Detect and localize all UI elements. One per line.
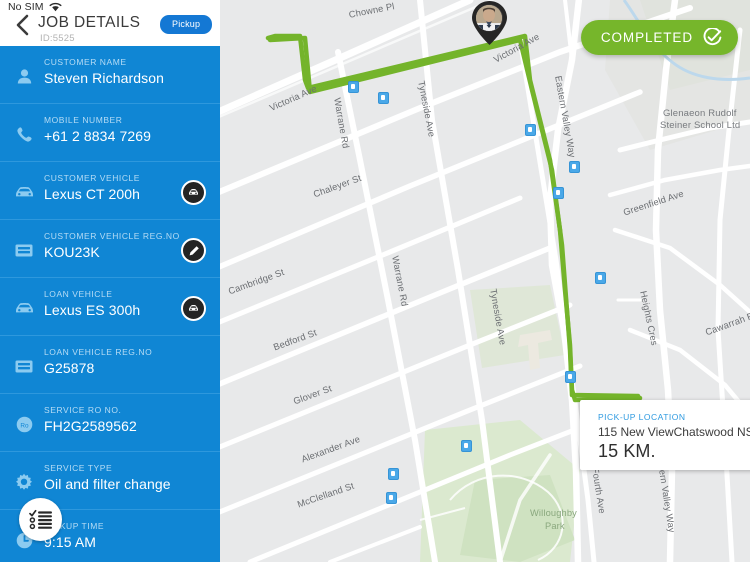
sidebar-header: No SIM JOB DETAILS ID:5525 Pickup	[0, 0, 220, 46]
detail-value: FH2G2589562	[44, 418, 137, 434]
map-canvas[interactable]: Chowne Pl Victoria Ave Warrane Rd Tynesi…	[220, 0, 750, 562]
back-button[interactable]	[13, 14, 31, 36]
person-icon	[13, 65, 35, 87]
detail-label: CUSTOMER VEHICLE REG.NO	[44, 231, 180, 241]
detail-row-customer-name[interactable]: CUSTOMER NAME Steven Richardson	[0, 46, 220, 104]
car-icon	[13, 181, 35, 203]
pencil-icon	[189, 245, 199, 255]
bus-stop-marker[interactable]	[595, 272, 606, 284]
checklist-button[interactable]	[19, 498, 62, 541]
bus-stop-marker[interactable]	[525, 124, 536, 136]
detail-value: +61 2 8834 7269	[44, 128, 151, 144]
detail-value: KOU23K	[44, 244, 100, 260]
pickup-location-title: PICK-UP LOCATION	[598, 412, 686, 422]
bus-stop-marker[interactable]	[378, 92, 389, 104]
bus-stop-marker[interactable]	[553, 187, 564, 199]
detail-label: MOBILE NUMBER	[44, 115, 123, 125]
avatar	[476, 5, 502, 31]
detail-value: G25878	[44, 360, 95, 376]
plate-icon	[13, 239, 35, 261]
bus-stop-marker[interactable]	[386, 492, 397, 504]
wifi-icon	[49, 2, 62, 12]
start-location-pin[interactable]	[467, 0, 512, 46]
status-bar: No SIM	[8, 1, 62, 13]
job-id-label: ID:5525	[40, 33, 75, 44]
gear-icon	[13, 471, 35, 493]
detail-row-customer-vehicle-reg[interactable]: CUSTOMER VEHICLE REG.NO KOU23K	[0, 220, 220, 278]
detail-label: SERVICE RO NO.	[44, 405, 122, 415]
detail-rows: CUSTOMER NAME Steven Richardson MOBILE N…	[0, 46, 220, 562]
detail-row-mobile-number[interactable]: MOBILE NUMBER +61 2 8834 7269	[0, 104, 220, 162]
carrier-label: No SIM	[8, 1, 44, 13]
map-vector	[220, 0, 750, 562]
bus-stop-marker[interactable]	[388, 468, 399, 480]
svg-text:Ro: Ro	[20, 422, 29, 429]
detail-value: Lexus ES 300h	[44, 302, 141, 318]
pickup-location-card[interactable]: PICK-UP LOCATION 115 New ViewChatswood N…	[580, 400, 750, 470]
pickup-distance: 15 KM.	[598, 441, 656, 461]
detail-row-loan-vehicle[interactable]: LOAN VEHICLE Lexus ES 300h	[0, 278, 220, 336]
plate-icon	[13, 355, 35, 377]
detail-value: Oil and filter change	[44, 476, 171, 492]
bus-stop-marker[interactable]	[348, 81, 359, 93]
detail-label: SERVICE TYPE	[44, 463, 113, 473]
car-front-icon	[189, 189, 198, 195]
detail-label: CUSTOMER VEHICLE	[44, 173, 141, 183]
detail-row-loan-vehicle-reg[interactable]: LOAN VEHICLE REG.NO G25878	[0, 336, 220, 394]
car-front-icon	[189, 305, 198, 311]
car-icon	[13, 297, 35, 319]
job-details-sidebar: No SIM JOB DETAILS ID:5525 Pickup CUSTOM…	[0, 0, 220, 562]
bus-stop-marker[interactable]	[565, 371, 576, 383]
edit-reg-button[interactable]	[181, 238, 206, 263]
detail-row-service-ro[interactable]: Ro SERVICE RO NO. FH2G2589562	[0, 394, 220, 452]
bus-stop-marker[interactable]	[461, 440, 472, 452]
detail-row-customer-vehicle[interactable]: CUSTOMER VEHICLE Lexus CT 200h	[0, 162, 220, 220]
ro-icon: Ro	[13, 413, 35, 435]
page-title: JOB DETAILS	[38, 14, 141, 31]
detail-value: Lexus CT 200h	[44, 186, 140, 202]
job-details-screen: Chowne Pl Victoria Ave Warrane Rd Tynesi…	[0, 0, 750, 562]
completed-status-badge[interactable]: COMPLETED	[580, 20, 738, 55]
detail-label: LOAN VEHICLE REG.NO	[44, 347, 153, 357]
detail-value: Steven Richardson	[44, 70, 164, 86]
completed-label: COMPLETED	[600, 30, 693, 45]
detail-label: CUSTOMER NAME	[44, 57, 127, 67]
loan-vehicle-info-button[interactable]	[181, 296, 206, 321]
pickup-address: 115 New ViewChatswood NSW ..	[598, 425, 750, 439]
bus-stop-marker[interactable]	[569, 161, 580, 173]
phone-icon	[13, 123, 35, 145]
vehicle-info-button[interactable]	[181, 180, 206, 205]
checklist-icon	[28, 509, 52, 529]
check-circle-icon	[703, 28, 722, 46]
pickup-status-badge[interactable]: Pickup	[160, 15, 213, 34]
detail-label: LOAN VEHICLE	[44, 289, 113, 299]
